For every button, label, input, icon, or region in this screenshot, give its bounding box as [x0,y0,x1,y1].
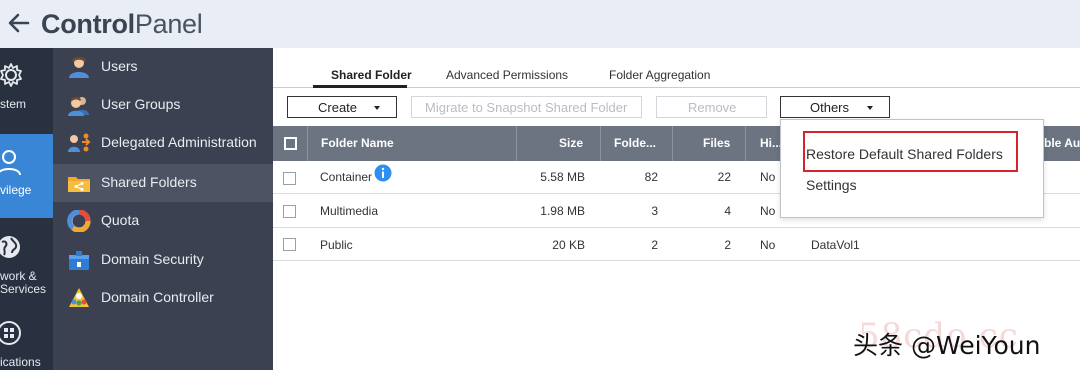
title-bar: ControlPanel [0,0,1080,48]
menu-item-shared-folders[interactable]: Shared Folders [53,164,273,202]
remove-button[interactable]: Remove [656,96,767,118]
rail-item-label: ications [0,355,41,369]
main-rail: stem vilege work & Services ications [0,48,53,370]
select-all-checkbox[interactable] [284,137,297,150]
column-header-size[interactable]: Size [559,126,583,161]
domain-security-icon [69,251,89,270]
folder-name: Multimedia [320,204,379,218]
watermark-text: 头条 @WeiYoun [853,331,1041,360]
app-title: ControlPanel [41,9,203,39]
column-header-folders[interactable]: Folde... [614,126,656,161]
gear-icon [0,63,22,87]
hidden-value: No [760,238,776,252]
menu-item-quota[interactable]: Quota [53,202,273,240]
folder-size: 5.58 MB [540,170,585,184]
quota-icon [67,210,91,232]
user-icon [69,57,89,78]
table-row[interactable]: Public 20 KB 2 2 No DataVol1 [273,228,1080,261]
active-tab-indicator [313,85,407,88]
chevron-down-icon [867,106,873,110]
domain-controller-icon [69,288,89,307]
back-arrow-icon[interactable] [6,9,32,37]
hidden-value: No [760,204,776,218]
row-checkbox[interactable] [283,172,296,185]
chevron-down-icon [374,106,380,110]
column-header-files[interactable]: Files [703,126,730,161]
rail-item-privilege[interactable]: vilege [0,134,53,218]
rail-item-label: stem [0,97,27,111]
menu-item-users[interactable]: Users [53,48,273,86]
folder-count: 2 [651,238,658,252]
info-icon[interactable] [374,164,392,182]
privilege-menu: Users User Groups Delegated Administrati… [53,48,273,370]
menu-item-delegated-administration[interactable]: Delegated Administration [53,124,273,162]
rail-item-label: Services [0,282,47,296]
rail-item-label: vilege [0,183,32,197]
file-count: 2 [724,238,731,252]
menu-item-settings[interactable]: Settings [806,177,857,193]
menu-item-user-groups[interactable]: User Groups [53,86,273,124]
apps-grid-icon [0,321,21,345]
row-checkbox[interactable] [283,205,296,218]
user-groups-icon [68,97,89,116]
tab-shared-folder[interactable]: Shared Folder [331,68,412,82]
folder-count: 3 [651,204,658,218]
column-header-truncated[interactable]: ble Au [1044,126,1080,161]
others-button[interactable]: Others [780,96,890,118]
others-dropdown-menu: Restore Default Shared Folders Settings [780,119,1044,218]
hidden-value: No [760,170,776,184]
tab-bar: Shared Folder Advanced Permissions Folde… [273,48,1080,88]
file-count: 22 [717,170,731,184]
shared-folder-icon [68,177,90,192]
column-header-folder-name[interactable]: Folder Name [321,126,394,161]
volume-value: DataVol1 [811,238,860,252]
migrate-snapshot-button[interactable]: Migrate to Snapshot Shared Folder [411,96,642,118]
globe-icon [0,236,20,258]
delegated-admin-icon [68,133,91,152]
rail-item-applications[interactable]: ications [0,298,53,370]
folder-name: Container [320,170,373,184]
folder-size: 1.98 MB [540,204,585,218]
row-checkbox[interactable] [283,238,296,251]
menu-item-domain-security[interactable]: Domain Security [53,241,273,279]
folder-size: 20 KB [552,238,585,252]
rail-item-system[interactable]: stem [0,48,53,134]
create-button[interactable]: Create [287,96,397,118]
user-icon [0,150,21,176]
menu-item-restore-default-shared-folders[interactable]: Restore Default Shared Folders [806,146,1003,162]
file-count: 4 [724,204,731,218]
menu-item-domain-controller[interactable]: Domain Controller [53,279,273,317]
tab-folder-aggregation[interactable]: Folder Aggregation [609,68,710,82]
folder-name: Public [320,238,353,252]
tab-advanced-permissions[interactable]: Advanced Permissions [446,68,568,82]
folder-count: 82 [644,170,658,184]
rail-item-network-services[interactable]: work & Services [0,218,53,298]
column-header-hidden[interactable]: Hi... [760,126,782,161]
